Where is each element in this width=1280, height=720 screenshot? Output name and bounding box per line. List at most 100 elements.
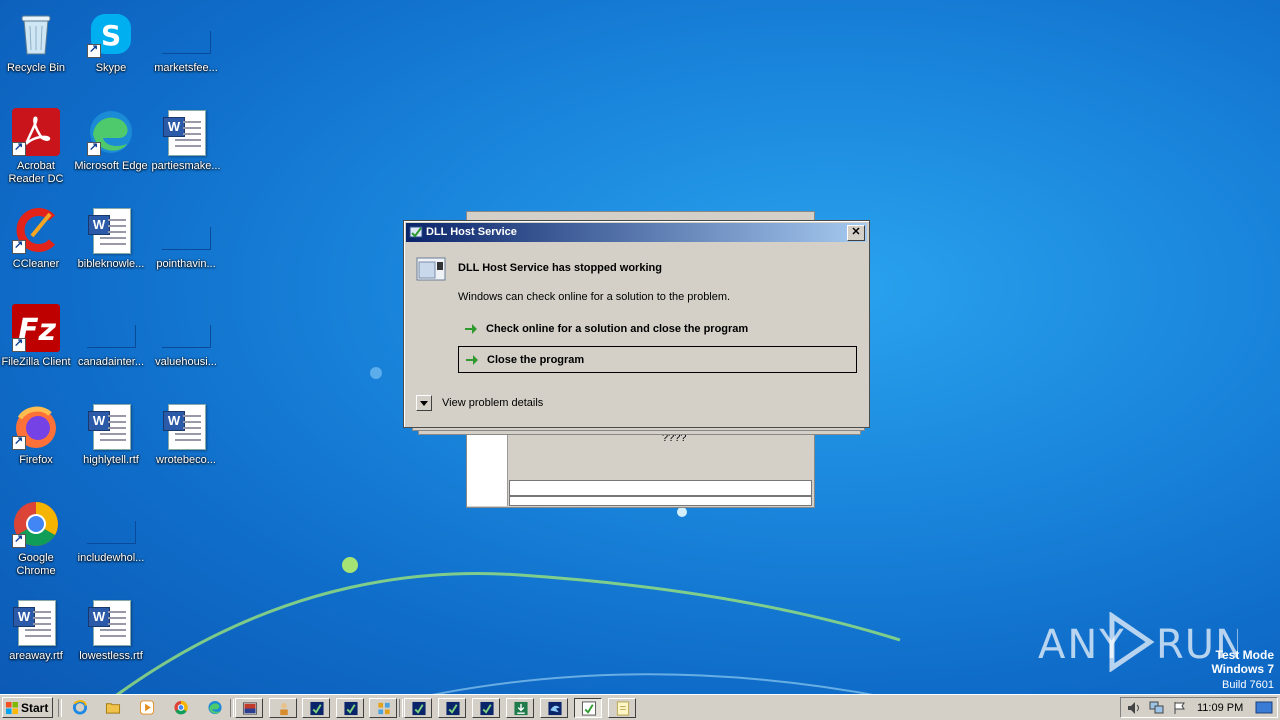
user-app-icon xyxy=(280,702,288,716)
media-player-icon xyxy=(139,700,155,715)
green-arrow-icon xyxy=(466,355,478,365)
filezilla-icon[interactable]: Fz FileZilla Client xyxy=(0,298,74,390)
blank-file-icon xyxy=(87,304,136,352)
microsoft-edge-icon[interactable]: Microsoft Edge xyxy=(73,102,149,194)
build-text: Build 7601 xyxy=(1222,679,1274,691)
chrome-quicklaunch[interactable] xyxy=(167,698,195,718)
includewhol-label: includewhol... xyxy=(77,552,145,564)
blank-file-icon xyxy=(162,206,211,254)
taskbar-app-9[interactable] xyxy=(506,698,534,718)
areaway-rtf-icon[interactable]: W areaway.rtf xyxy=(0,592,74,684)
includewhol-icon[interactable]: includewhol... xyxy=(73,494,149,586)
background-window-sidebar xyxy=(467,430,508,506)
taskbar-separator xyxy=(230,699,234,717)
acrobat-reader-icon[interactable]: Acrobat Reader DC xyxy=(0,102,74,194)
dll-host-icon xyxy=(412,701,426,716)
close-button[interactable]: ✕ xyxy=(847,225,865,241)
bird-app-icon xyxy=(548,701,562,716)
error-headline: DLL Host Service has stopped working xyxy=(458,262,662,274)
bibleknowle-label: bibleknowle... xyxy=(77,258,145,270)
canadainter-icon[interactable]: canadainter... xyxy=(73,298,149,390)
taskbar-app-8[interactable] xyxy=(472,698,500,718)
taskbar-app-7[interactable] xyxy=(438,698,466,718)
folder-icon xyxy=(105,703,121,714)
dll-host-icon xyxy=(480,701,494,716)
partiesmake-icon[interactable]: W partiesmake... xyxy=(148,102,224,194)
start-label: Start xyxy=(21,701,49,715)
ccleaner-logo-icon xyxy=(12,206,60,254)
action-center-flag-icon[interactable] xyxy=(1173,701,1187,715)
error-subtext: Windows can check online for a solution … xyxy=(458,291,731,303)
dll-host-icon xyxy=(581,701,597,716)
pointhavin-icon[interactable]: pointhavin... xyxy=(148,200,224,292)
firefox-icon[interactable]: Firefox xyxy=(0,396,74,488)
anyrun-logo-icon: ANY RUN xyxy=(1038,611,1245,673)
program-icon xyxy=(409,226,423,238)
wrotebeco-icon[interactable]: W wrotebeco... xyxy=(148,396,224,488)
wrotebeco-label: wrotebeco... xyxy=(156,454,216,466)
taskbar-app-3[interactable] xyxy=(302,698,330,718)
start-button[interactable]: Start xyxy=(2,697,53,718)
valuehousi-icon[interactable]: valuehousi... xyxy=(148,298,224,390)
background-window-field-2[interactable] xyxy=(509,496,812,506)
taskbar-app-4[interactable] xyxy=(336,698,364,718)
chevron-down-icon[interactable] xyxy=(416,395,432,411)
app-error-icon xyxy=(416,257,446,281)
internet-explorer-icon xyxy=(72,700,88,715)
taskbar: Start 11:09 PM xyxy=(0,694,1280,720)
volume-icon[interactable] xyxy=(1127,701,1141,715)
pointhavin-label: pointhavin... xyxy=(156,258,216,270)
lowestless-rtf-icon[interactable]: W lowestless.rtf xyxy=(73,592,149,684)
bibleknowle-icon[interactable]: W bibleknowle... xyxy=(73,200,149,292)
edge-quicklaunch[interactable] xyxy=(201,698,229,718)
close-program-label: Close the program xyxy=(487,354,585,366)
clock[interactable]: 11:09 PM xyxy=(1197,702,1243,714)
microsoft-edge-label: Microsoft Edge xyxy=(74,160,148,172)
close-program-option[interactable]: Close the program xyxy=(458,346,857,373)
dll-host-icon xyxy=(344,701,358,716)
recycle-bin-icon[interactable]: Recycle Bin xyxy=(0,4,74,96)
check-online-label: Check online for a solution and close th… xyxy=(486,323,749,335)
media-player-quicklaunch[interactable] xyxy=(133,698,161,718)
windows-flag-icon xyxy=(6,702,18,714)
skype-icon[interactable]: S Skype xyxy=(73,4,149,96)
google-chrome-label: Google Chrome xyxy=(16,552,56,577)
firefox-logo-icon xyxy=(12,402,60,450)
acrobat-logo-icon xyxy=(12,108,60,156)
marketsfee-icon[interactable]: marketsfee... xyxy=(148,4,224,96)
dll-host-icon xyxy=(310,701,324,716)
google-chrome-icon[interactable]: Google Chrome xyxy=(0,494,74,586)
word-document-icon: W xyxy=(162,402,210,450)
taskbar-app-active[interactable] xyxy=(574,698,602,718)
taskbar-app-6[interactable] xyxy=(404,698,432,718)
network-icon[interactable] xyxy=(1149,701,1165,715)
dialog-title: DLL Host Service xyxy=(426,226,517,238)
taskbar-app-1[interactable] xyxy=(235,698,263,718)
filezilla-logo-icon: Fz xyxy=(12,304,60,352)
highlytell-rtf-icon[interactable]: W highlytell.rtf xyxy=(73,396,149,488)
dialog-titlebar[interactable]: DLL Host Service ✕ xyxy=(406,223,867,242)
windows-version-text: Windows 7 xyxy=(1211,662,1274,676)
explorer-quicklaunch[interactable] xyxy=(99,698,127,718)
dll-host-icon xyxy=(446,701,460,716)
show-desktop-icon[interactable] xyxy=(1255,701,1273,715)
taskbar-app-11[interactable] xyxy=(608,698,636,718)
taskbar-separator xyxy=(399,699,403,717)
edge-logo-icon xyxy=(87,108,135,156)
skype-label: Skype xyxy=(95,62,127,74)
background-window-field[interactable] xyxy=(509,480,812,496)
word-document-icon: W xyxy=(87,206,135,254)
test-mode-text: Test Mode xyxy=(1215,648,1274,662)
recycle-bin-label: Recycle Bin xyxy=(6,62,66,74)
taskbar-app-2[interactable] xyxy=(269,698,297,718)
blank-file-icon xyxy=(162,10,211,58)
highlytell-rtf-label: highlytell.rtf xyxy=(83,454,139,466)
ccleaner-icon[interactable]: CCleaner xyxy=(0,200,74,292)
taskbar-app-5[interactable] xyxy=(369,698,397,718)
check-online-option[interactable]: Check online for a solution and close th… xyxy=(458,316,857,343)
taskbar-app-10[interactable] xyxy=(540,698,568,718)
canadainter-label: canadainter... xyxy=(77,356,145,368)
ie-quicklaunch[interactable] xyxy=(66,698,94,718)
word-document-icon: W xyxy=(87,402,135,450)
valuehousi-label: valuehousi... xyxy=(155,356,217,368)
